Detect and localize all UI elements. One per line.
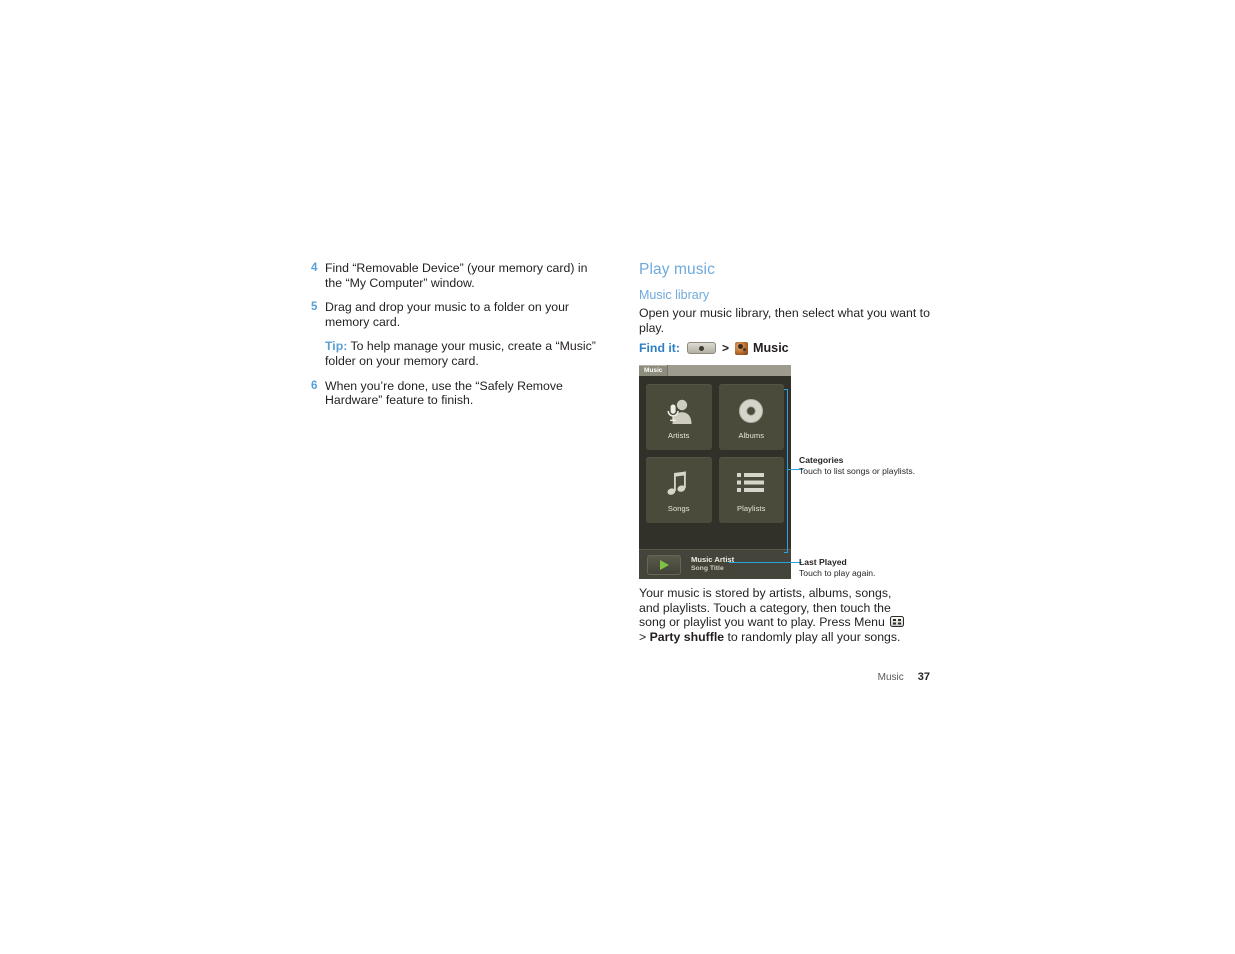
menu-key-icon	[890, 616, 905, 628]
play-triangle-icon	[659, 559, 669, 570]
artist-microphone-icon	[664, 394, 694, 428]
callout-title: Categories	[799, 455, 844, 465]
list-item: 6 When you’re done, use the “Safely Remo…	[311, 379, 601, 408]
paragraph-separator: >	[639, 629, 650, 644]
tile-label: Albums	[738, 431, 765, 441]
section-title: Music library	[639, 288, 710, 302]
page-title: Play music	[639, 261, 715, 278]
music-note-icon	[666, 467, 692, 501]
list-bullet-icon	[736, 467, 766, 501]
intro-paragraph: Open your music library, then select wha…	[639, 306, 930, 335]
play-button[interactable]	[647, 554, 681, 575]
step-text: Drag and drop your music to a folder on …	[325, 300, 570, 329]
find-it-row: Find it: > Music	[639, 340, 934, 356]
right-column: Play music Music library Open your music…	[639, 261, 934, 580]
callout-categories: Categories Touch to list songs or playli…	[799, 455, 934, 477]
music-app-icon	[735, 341, 748, 355]
app-tray-icon	[686, 342, 716, 355]
step-text: Find “Removable Device” (your memory car…	[325, 261, 588, 290]
find-it-target: Music	[753, 341, 789, 356]
tile-label: Artists	[667, 431, 690, 441]
path-separator: >	[721, 341, 729, 356]
callout-description: Touch to list songs or playlists.	[799, 466, 916, 476]
last-played-text: Music Artist Song Title	[691, 555, 735, 573]
paragraph-part-1: Your music is stored by artists, albums,…	[639, 586, 892, 630]
callout-title: Last Played	[799, 557, 847, 567]
callout-leader-lastplayed	[729, 562, 802, 564]
step-text: When you’re done, use the “Safely Remove…	[325, 378, 563, 408]
list-item: 5 Drag and drop your music to a folder o…	[311, 300, 601, 329]
page-footer: Music 37	[800, 671, 930, 683]
tip-label: Tip:	[325, 339, 348, 354]
tab-music[interactable]: Music	[639, 365, 669, 377]
party-shuffle-term: Party shuffle	[649, 629, 725, 644]
closing-paragraph: Your music is stored by artists, albums,…	[639, 586, 909, 644]
step-number: 5	[311, 301, 318, 314]
tile-artists[interactable]: Artists	[646, 384, 712, 451]
tile-label: Songs	[667, 504, 690, 514]
step-number: 6	[311, 379, 318, 392]
last-played-bar[interactable]: Music Artist Song Title	[639, 549, 791, 580]
last-played-artist: Music Artist	[691, 555, 735, 565]
tip-text: To help manage your music, create a “Mus…	[325, 339, 596, 368]
tip-block: Tip: To help manage your music, create a…	[325, 339, 597, 368]
album-disc-icon	[737, 394, 765, 428]
screen-titlebar: Music	[639, 365, 791, 377]
paragraph-part-3: to randomly play all your songs.	[724, 629, 901, 644]
step-number: 4	[311, 262, 318, 274]
tile-albums[interactable]: Albums	[718, 384, 784, 451]
callout-bracket-categories	[784, 389, 788, 554]
tile-songs[interactable]: Songs	[646, 457, 712, 524]
document-page: 4 Find “Removable Device” (your memory c…	[0, 0, 1235, 954]
list-item: 4 Find “Removable Device” (your memory c…	[311, 261, 601, 290]
category-grid: Artists Albums Songs Playlists	[639, 376, 791, 528]
phone-screenshot-figure: Music Artists Albums Songs Playlists Mus…	[639, 365, 803, 580]
footer-section-label: Music	[877, 672, 904, 683]
callout-last-played: Last Played Touch to play again.	[799, 557, 934, 579]
callout-description: Touch to play again.	[799, 568, 876, 578]
find-it-label: Find it:	[639, 341, 680, 356]
tile-label: Playlists	[737, 504, 766, 514]
page-number: 37	[917, 671, 930, 683]
left-column: 4 Find “Removable Device” (your memory c…	[311, 261, 601, 418]
tile-playlists[interactable]: Playlists	[718, 457, 784, 524]
last-played-song: Song Title	[691, 565, 724, 573]
music-library-screen: Music Artists Albums Songs Playlists Mus…	[639, 365, 791, 580]
